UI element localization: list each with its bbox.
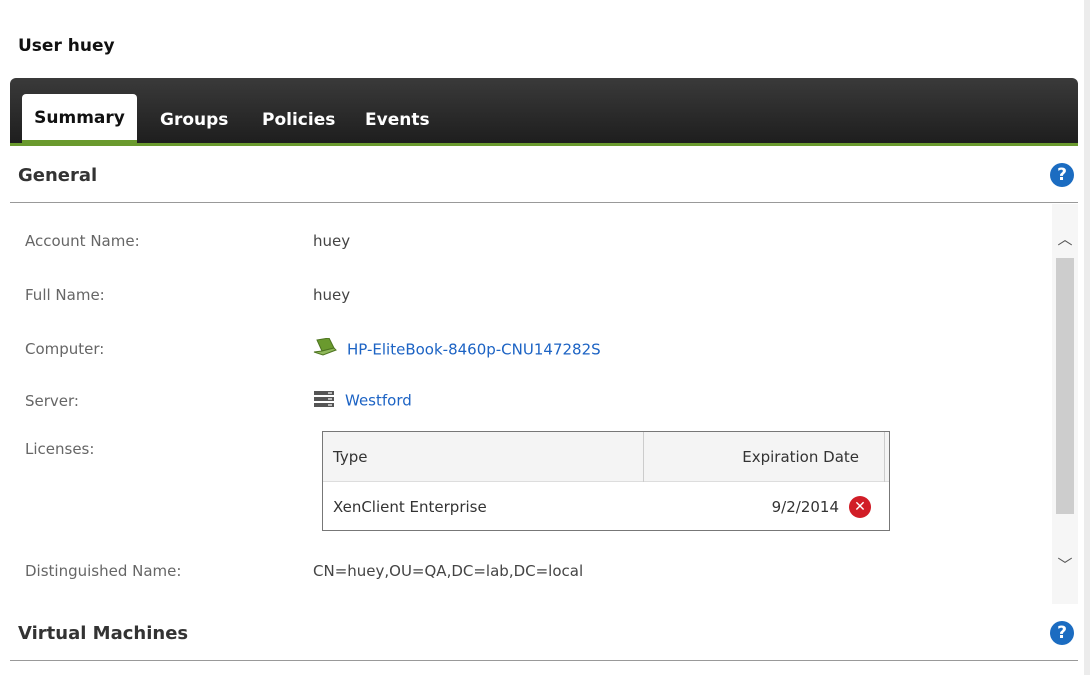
scroll-thumb[interactable] <box>1056 258 1074 514</box>
general-section-header[interactable]: General ? <box>10 149 1078 203</box>
virtual-machines-section-header[interactable]: Virtual Machines ? <box>10 607 1078 661</box>
general-content: Account Name: huey Full Name: huey Compu… <box>10 204 1078 604</box>
distinguished-name-value: CN=huey,OU=QA,DC=lab,DC=local <box>313 562 584 580</box>
computer-label: Computer: <box>25 340 105 358</box>
outer-scrollbar[interactable] <box>1084 0 1090 675</box>
tab-summary[interactable]: Summary <box>22 94 137 143</box>
license-expiration-cell: 9/2/2014 <box>771 498 839 516</box>
full-name-value: huey <box>313 286 351 304</box>
server-label: Server: <box>25 392 79 410</box>
computer-link[interactable]: HP-EliteBook-8460p-CNU147282S <box>347 341 601 359</box>
license-type-cell: XenClient Enterprise <box>333 498 487 516</box>
tab-groups[interactable]: Groups <box>150 98 238 143</box>
server-value: Westford <box>313 390 412 412</box>
account-name-label: Account Name: <box>25 232 140 250</box>
server-icon <box>313 390 335 412</box>
error-icon: ✕ <box>849 496 871 518</box>
licenses-table-header: Type Expiration Date <box>323 432 889 482</box>
distinguished-name-label: Distinguished Name: <box>25 562 182 580</box>
column-divider[interactable] <box>643 432 644 482</box>
account-name-value: huey <box>313 232 351 250</box>
column-header-type[interactable]: Type <box>333 448 367 466</box>
computer-value: HP-EliteBook-8460p-CNU147282S <box>313 337 601 362</box>
column-divider[interactable] <box>884 432 885 482</box>
licenses-label: Licenses: <box>25 440 95 458</box>
laptop-icon <box>313 337 337 362</box>
general-section-title: General <box>18 165 98 186</box>
tab-events[interactable]: Events <box>355 98 440 143</box>
virtual-machines-section-title: Virtual Machines <box>18 623 189 644</box>
help-icon[interactable]: ? <box>1050 163 1074 187</box>
scroll-up-icon[interactable]: ︿ <box>1056 230 1074 248</box>
tab-bar: Summary Groups Policies Events <box>10 78 1078 146</box>
tab-policies[interactable]: Policies <box>252 98 345 143</box>
page-title: User huey <box>18 36 115 56</box>
licenses-table: Type Expiration Date XenClient Enterpris… <box>322 431 890 531</box>
full-name-label: Full Name: <box>25 286 105 304</box>
scroll-down-icon[interactable]: ﹀ <box>1056 556 1074 574</box>
column-header-expiration[interactable]: Expiration Date <box>742 448 859 466</box>
help-icon[interactable]: ? <box>1050 621 1074 645</box>
vertical-scrollbar[interactable]: ︿ ﹀ <box>1052 204 1078 604</box>
server-link[interactable]: Westford <box>345 392 412 410</box>
